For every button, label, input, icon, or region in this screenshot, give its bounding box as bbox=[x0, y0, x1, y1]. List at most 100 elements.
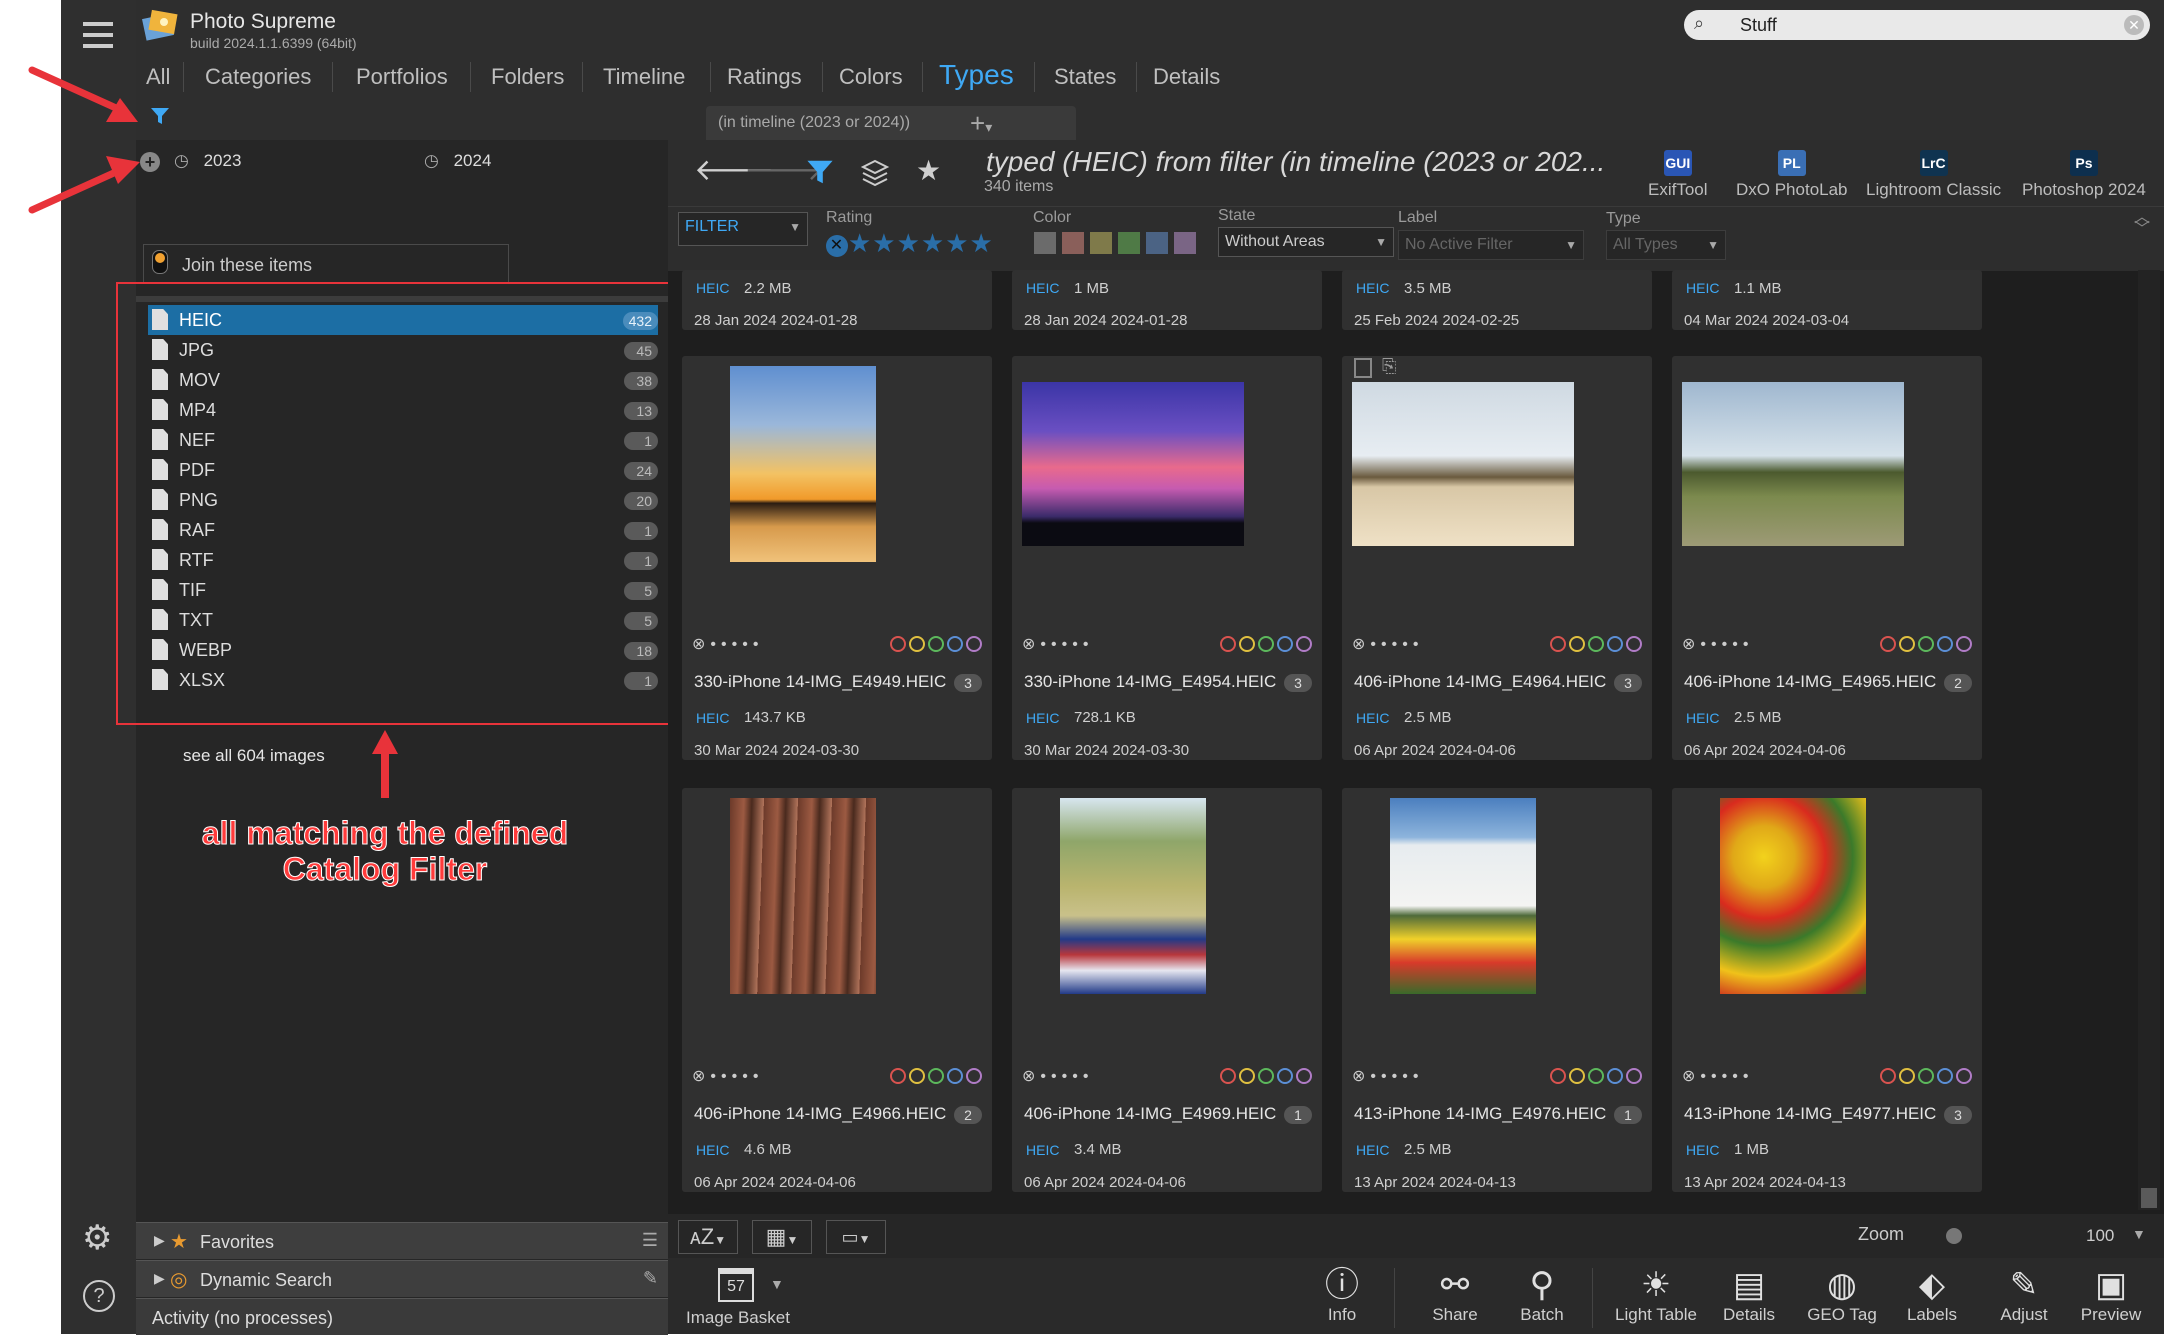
tab-details[interactable]: Details bbox=[1153, 64, 1220, 90]
join-items-button[interactable]: Join these items bbox=[143, 244, 509, 284]
rating-dots[interactable]: ⊗••••• bbox=[1352, 634, 1423, 654]
color-ring[interactable] bbox=[1569, 1068, 1585, 1084]
color-ring[interactable] bbox=[1277, 1068, 1293, 1084]
color-ring[interactable] bbox=[1239, 1068, 1255, 1084]
color-ring[interactable] bbox=[1550, 636, 1566, 652]
color-ring[interactable] bbox=[1937, 636, 1953, 652]
image-card[interactable]: HEIC 1 MB 28 Jan 2024 2024-01-28 bbox=[1012, 270, 1322, 330]
bottom-action-geo-tag[interactable]: ◍ GEO Tag bbox=[1800, 1265, 1884, 1325]
bottom-action-adjust[interactable]: ✎ Adjust bbox=[1994, 1265, 2054, 1325]
color-label-rings[interactable] bbox=[1217, 636, 1312, 657]
sort-az-button[interactable]: ᴀZ▼ bbox=[678, 1220, 738, 1254]
version-badge[interactable]: 3 bbox=[1614, 674, 1642, 692]
zoom-slider-knob[interactable] bbox=[1946, 1228, 1962, 1244]
color-swatch[interactable] bbox=[1118, 232, 1140, 254]
color-ring[interactable] bbox=[1296, 1068, 1312, 1084]
image-card[interactable]: ⊗••••• 406-iPhone 14-IMG_E4965.HEIC 2 HEIC 2… bbox=[1672, 356, 1982, 760]
grid-view-button[interactable]: ▦▼ bbox=[752, 1220, 812, 1254]
layers-icon[interactable] bbox=[860, 158, 890, 193]
help-icon[interactable]: ? bbox=[83, 1280, 115, 1312]
attachment-icon[interactable]: ⎘ bbox=[1382, 356, 1396, 377]
type-dropdown[interactable]: All Types ▼ bbox=[1606, 230, 1726, 260]
image-card[interactable]: ⊗••••• 413-iPhone 14-IMG_E4976.HEIC 1 HEIC 2… bbox=[1342, 788, 1652, 1192]
bottom-action-info[interactable]: ⓘ Info bbox=[1312, 1265, 1372, 1325]
color-ring[interactable] bbox=[1588, 1068, 1604, 1084]
tab-states[interactable]: States bbox=[1054, 64, 1116, 90]
color-ring[interactable] bbox=[966, 1068, 982, 1084]
tab-ratings[interactable]: Ratings bbox=[727, 64, 802, 90]
color-label-rings[interactable] bbox=[1217, 1068, 1312, 1089]
info-overlay-button[interactable]: ▭▼ bbox=[826, 1220, 886, 1254]
color-label-rings[interactable] bbox=[1877, 636, 1972, 657]
bottom-action-share[interactable]: ⚯ Share bbox=[1420, 1265, 1490, 1325]
bottom-action-batch[interactable]: ⚲ Batch bbox=[1512, 1265, 1572, 1325]
clear-search-icon[interactable]: ✕ bbox=[2124, 15, 2144, 35]
photo-thumbnail[interactable] bbox=[1060, 798, 1206, 994]
photo-thumbnail[interactable] bbox=[730, 798, 876, 994]
color-ring[interactable] bbox=[1956, 636, 1972, 652]
rating-dots[interactable]: ⊗••••• bbox=[1022, 1066, 1093, 1086]
color-ring[interactable] bbox=[1550, 1068, 1566, 1084]
color-label-rings[interactable] bbox=[887, 636, 982, 657]
color-ring[interactable] bbox=[1220, 1068, 1236, 1084]
external-app-button[interactable]: GUI ExifTool bbox=[1648, 150, 1708, 200]
dynamic-search-section[interactable]: ▶ ◎ Dynamic Search ✎ bbox=[136, 1260, 668, 1297]
color-ring[interactable] bbox=[1277, 636, 1293, 652]
tab-portfolios[interactable]: Portfolios bbox=[356, 64, 448, 90]
color-swatch[interactable] bbox=[1174, 232, 1196, 254]
color-ring[interactable] bbox=[947, 636, 963, 652]
state-dropdown[interactable]: Without Areas ▼ bbox=[1218, 227, 1394, 257]
bottom-action-details[interactable]: ▤ Details bbox=[1714, 1265, 1784, 1325]
tab-all[interactable]: All bbox=[146, 64, 170, 90]
catalog-filter-icon[interactable] bbox=[150, 106, 170, 131]
settings-gear-icon[interactable]: ⚙ bbox=[82, 1218, 112, 1258]
rating-dots[interactable]: ⊗••••• bbox=[692, 1066, 763, 1086]
version-badge[interactable]: 2 bbox=[954, 1106, 982, 1124]
color-ring[interactable] bbox=[909, 1068, 925, 1084]
rating-dots[interactable]: ⊗••••• bbox=[692, 634, 763, 654]
color-ring[interactable] bbox=[1239, 636, 1255, 652]
photo-thumbnail[interactable] bbox=[730, 366, 876, 562]
year-2024[interactable]: ◷ 2024 bbox=[424, 151, 491, 171]
star-filter-icon[interactable]: ★ bbox=[916, 154, 941, 187]
color-label-rings[interactable] bbox=[1547, 1068, 1642, 1089]
search-input[interactable]: Stuff bbox=[1740, 15, 1777, 36]
color-ring[interactable] bbox=[909, 636, 925, 652]
rating-dots[interactable]: ⊗••••• bbox=[1682, 1066, 1753, 1086]
menu-icon[interactable]: ☰ bbox=[642, 1230, 658, 1251]
color-ring[interactable] bbox=[1569, 636, 1585, 652]
color-label-rings[interactable] bbox=[1547, 636, 1642, 657]
external-app-button[interactable]: LrC Lightroom Classic bbox=[1866, 150, 2001, 200]
tab-folders[interactable]: Folders bbox=[491, 64, 564, 90]
external-app-button[interactable]: Ps Photoshop 2024 bbox=[2022, 150, 2146, 200]
photo-thumbnail[interactable] bbox=[1682, 382, 1904, 546]
external-app-button[interactable]: PL DxO PhotoLab bbox=[1736, 150, 1848, 200]
rating-dots[interactable]: ⊗••••• bbox=[1352, 1066, 1423, 1086]
color-ring[interactable] bbox=[1956, 1068, 1972, 1084]
bottom-action-preview[interactable]: ▣ Preview bbox=[2076, 1265, 2146, 1325]
image-card[interactable]: ⊗••••• 413-iPhone 14-IMG_E4977.HEIC 3 HEIC 1… bbox=[1672, 788, 1982, 1192]
color-label-rings[interactable] bbox=[1877, 1068, 1972, 1089]
photo-thumbnail[interactable] bbox=[1390, 798, 1536, 994]
color-ring[interactable] bbox=[928, 1068, 944, 1084]
add-tab-icon[interactable]: +▾ bbox=[970, 108, 992, 139]
zoom-chevron-icon[interactable]: ▼ bbox=[2132, 1226, 2146, 1242]
rating-dots[interactable]: ⊗••••• bbox=[1022, 634, 1093, 654]
filter-tab[interactable]: (in timeline (2023 or 2024)) bbox=[706, 106, 1076, 140]
color-swatch[interactable] bbox=[1146, 232, 1168, 254]
color-ring[interactable] bbox=[947, 1068, 963, 1084]
image-card[interactable]: ⊗••••• 406-iPhone 14-IMG_E4966.HEIC 2 HEIC 4… bbox=[682, 788, 992, 1192]
color-ring[interactable] bbox=[1607, 1068, 1623, 1084]
tab-timeline[interactable]: Timeline bbox=[603, 64, 685, 90]
tab-categories[interactable]: Categories bbox=[205, 64, 311, 90]
color-ring[interactable] bbox=[1258, 1068, 1274, 1084]
color-ring[interactable] bbox=[1918, 636, 1934, 652]
version-badge[interactable]: 3 bbox=[954, 674, 982, 692]
filter-dropdown[interactable]: FILTER ▼ bbox=[678, 212, 808, 246]
year-2023[interactable]: ◷ 2023 bbox=[174, 151, 241, 171]
search-field[interactable]: ⌕ Stuff ✕ bbox=[1684, 10, 2150, 40]
color-ring[interactable] bbox=[1918, 1068, 1934, 1084]
photo-thumbnail[interactable] bbox=[1022, 382, 1244, 546]
version-badge[interactable]: 3 bbox=[1944, 1106, 1972, 1124]
color-ring[interactable] bbox=[1880, 1068, 1896, 1084]
